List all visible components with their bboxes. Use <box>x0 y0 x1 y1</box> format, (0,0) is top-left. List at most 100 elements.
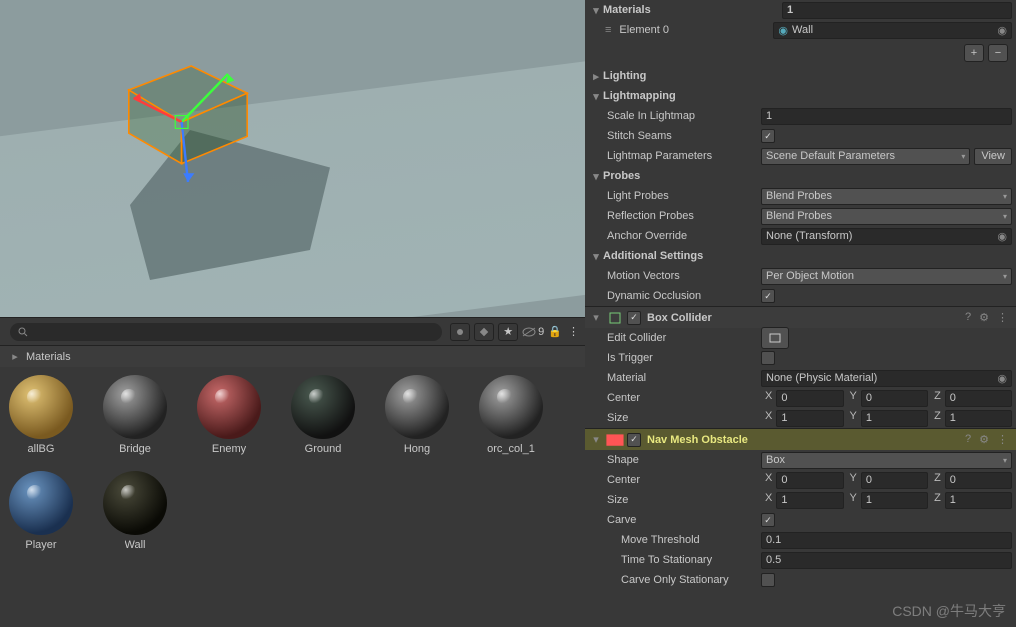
carve-checkbox[interactable]: ✓ <box>761 513 775 527</box>
navmesh-obstacle-icon: ▇▇ <box>607 432 623 448</box>
anchor-override-field[interactable]: None (Transform)◉ <box>761 228 1012 245</box>
hidden-count: 9 <box>522 326 544 338</box>
carve-only-stationary-checkbox[interactable] <box>761 573 775 587</box>
element0-label: Element 0 <box>617 24 773 36</box>
material-item-ground[interactable]: Ground <box>288 375 358 455</box>
help-icon[interactable]: ? <box>965 433 971 446</box>
filter-label-button[interactable] <box>474 323 494 341</box>
object-picker-icon[interactable]: ◉ <box>997 230 1007 243</box>
light-probes-label: Light Probes <box>605 190 761 202</box>
box-collider-enable-checkbox[interactable]: ✓ <box>627 311 641 325</box>
size-z-field[interactable]: 1 <box>945 410 1012 427</box>
reflection-probes-dropdown[interactable]: Blend Probes▾ <box>761 208 1012 225</box>
edit-collider-button[interactable] <box>761 327 789 349</box>
is-trigger-checkbox[interactable] <box>761 351 775 365</box>
scene-viewport[interactable] <box>0 0 585 317</box>
nm-center-y-field[interactable]: 0 <box>861 472 928 489</box>
size-x-field[interactable]: 1 <box>776 410 843 427</box>
materials-add-button[interactable]: + <box>964 44 984 62</box>
lightmap-view-button[interactable]: View <box>974 148 1012 165</box>
drag-handle-icon[interactable]: ≡ <box>605 24 611 36</box>
material-label: orc_col_1 <box>487 443 535 455</box>
move-threshold-label: Move Threshold <box>619 534 761 546</box>
time-stationary-field[interactable]: 0.5 <box>761 552 1012 569</box>
collider-center-label: Center <box>605 392 761 404</box>
preset-icon[interactable]: ⚙ <box>979 311 989 324</box>
filter-type-button[interactable] <box>450 323 470 341</box>
material-label: Hong <box>404 443 430 455</box>
menu-icon[interactable]: ⋮ <box>997 433 1008 446</box>
foldout-icon[interactable]: ▸ <box>589 70 603 83</box>
navmesh-enable-checkbox[interactable]: ✓ <box>627 433 641 447</box>
move-threshold-field[interactable]: 0.1 <box>761 532 1012 549</box>
material-label: Player <box>25 539 56 551</box>
size-y-field[interactable]: 1 <box>861 410 928 427</box>
element0-object-field[interactable]: ◉ Wall ◉ <box>773 22 1012 39</box>
foldout-icon[interactable]: ▾ <box>589 433 603 446</box>
collider-material-label: Material <box>605 372 761 384</box>
material-item-hong[interactable]: Hong <box>382 375 452 455</box>
lightmap-params-dropdown[interactable]: Scene Default Parameters▾ <box>761 148 970 165</box>
navmesh-shape-dropdown[interactable]: Box▾ <box>761 452 1012 469</box>
material-item-wall[interactable]: Wall <box>100 471 170 551</box>
dynamic-occlusion-checkbox[interactable]: ✓ <box>761 289 775 303</box>
navmesh-shape-label: Shape <box>605 454 761 466</box>
light-probes-dropdown[interactable]: Blend Probes▾ <box>761 188 1012 205</box>
material-item-enemy[interactable]: Enemy <box>194 375 264 455</box>
favorites-button[interactable]: ★ <box>498 323 518 341</box>
lightmap-params-label: Lightmap Parameters <box>605 150 761 162</box>
help-icon[interactable]: ? <box>965 311 971 324</box>
material-item-player[interactable]: Player <box>6 471 76 551</box>
center-x-field[interactable]: 0 <box>776 390 843 407</box>
project-breadcrumb[interactable]: ▸ Materials <box>0 345 585 367</box>
material-item-allbg[interactable]: allBG <box>6 375 76 455</box>
selected-cube-gizmo[interactable] <box>90 50 270 170</box>
material-label: allBG <box>28 443 55 455</box>
materials-count-field[interactable]: 1 <box>782 2 1012 19</box>
material-thumbnail <box>9 375 73 439</box>
nm-center-x-field[interactable]: 0 <box>776 472 843 489</box>
preset-icon[interactable]: ⚙ <box>979 433 989 446</box>
material-item-orc_col_1[interactable]: orc_col_1 <box>476 375 546 455</box>
project-search-input[interactable] <box>10 323 442 341</box>
center-z-field[interactable]: 0 <box>945 390 1012 407</box>
nm-size-x-field[interactable]: 1 <box>776 492 843 509</box>
anchor-override-label: Anchor Override <box>605 230 761 242</box>
materials-remove-button[interactable]: − <box>988 44 1008 62</box>
material-thumbnail <box>385 375 449 439</box>
object-picker-icon[interactable]: ◉ <box>997 24 1007 37</box>
foldout-icon[interactable]: ▾ <box>589 170 603 183</box>
edit-collider-label: Edit Collider <box>605 332 761 344</box>
navmesh-obstacle-header[interactable]: ▾ ▇▇ ✓ Nav Mesh Obstacle ?⚙⋮ <box>585 428 1016 450</box>
menu-icon[interactable]: ⋮ <box>997 311 1008 324</box>
inspector-panel: ▾Materials 1 ≡ Element 0 ◉ Wall ◉ + − ▸L… <box>585 0 1016 627</box>
foldout-icon[interactable]: ▾ <box>589 250 603 263</box>
visibility-off-icon <box>522 327 536 337</box>
box-collider-header[interactable]: ▾ ✓ Box Collider ?⚙⋮ <box>585 306 1016 328</box>
object-picker-icon[interactable]: ◉ <box>997 372 1007 385</box>
lock-icon[interactable]: 🔒 <box>548 325 562 338</box>
nm-size-z-field[interactable]: 1 <box>945 492 1012 509</box>
foldout-icon[interactable]: ▾ <box>589 90 603 103</box>
collider-material-field[interactable]: None (Physic Material)◉ <box>761 370 1012 387</box>
stitch-seams-label: Stitch Seams <box>605 130 761 142</box>
nm-size-y-field[interactable]: 1 <box>861 492 928 509</box>
nm-center-z-field[interactable]: 0 <box>945 472 1012 489</box>
motion-vectors-dropdown[interactable]: Per Object Motion▾ <box>761 268 1012 285</box>
foldout-icon[interactable]: ▾ <box>589 311 603 324</box>
watermark: CSDN @牛马大亨 <box>892 601 1006 621</box>
center-y-field[interactable]: 0 <box>861 390 928 407</box>
menu-icon[interactable]: ⋮ <box>568 325 579 338</box>
box-collider-icon <box>607 310 623 326</box>
material-item-bridge[interactable]: Bridge <box>100 375 170 455</box>
foldout-icon[interactable]: ▾ <box>589 4 603 17</box>
material-thumbnail <box>291 375 355 439</box>
motion-vectors-label: Motion Vectors <box>605 270 761 282</box>
material-thumbnail <box>103 375 167 439</box>
material-thumbnail <box>9 471 73 535</box>
navmesh-size-label: Size <box>605 494 761 506</box>
search-icon <box>18 327 28 337</box>
project-grid[interactable]: allBG Bridge Enemy Ground Hong orc_col_1 Playe… <box>0 367 585 627</box>
stitch-seams-checkbox[interactable]: ✓ <box>761 129 775 143</box>
scale-lightmap-field[interactable]: 1 <box>761 108 1012 125</box>
